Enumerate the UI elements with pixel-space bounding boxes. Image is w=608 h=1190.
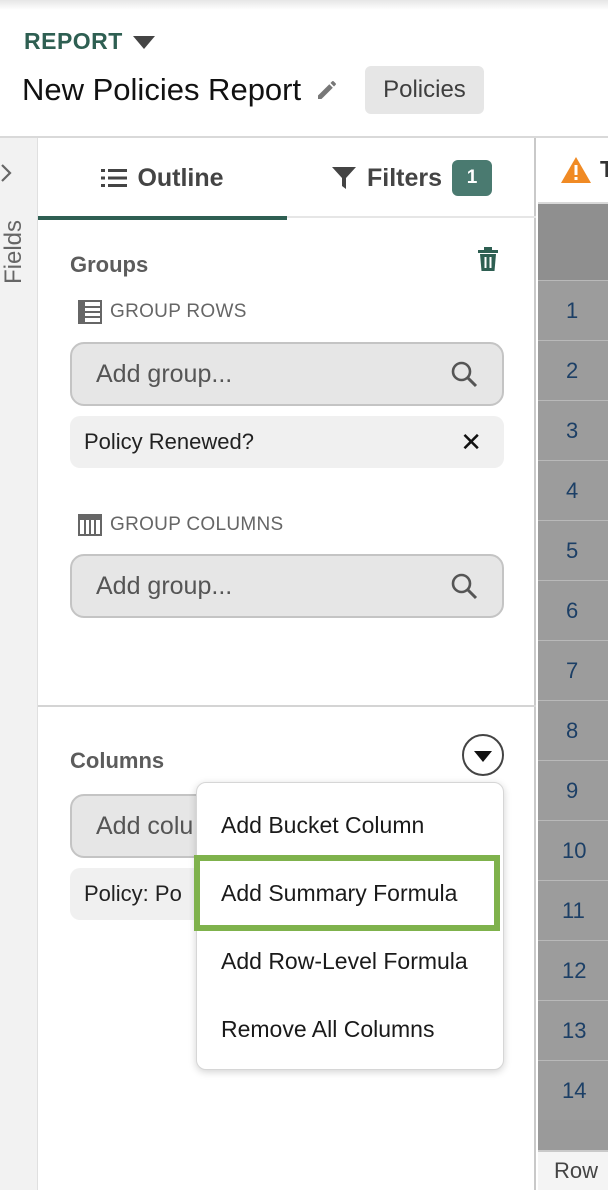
group-rows-label: GROUP ROWS [78,300,247,324]
report-title: New Policies Report [22,72,302,107]
columns-menu-toggle[interactable] [462,734,504,776]
menu-item-add-summary-formula[interactable]: Add Summary Formula [194,855,500,931]
group-rows-label-text: GROUP ROWS [110,301,247,322]
row-number: 8 [538,700,608,760]
table-columns-icon [78,514,102,536]
group-rows-chip: Policy Renewed? ✕ [70,416,504,468]
list-icon [101,169,128,187]
tab-filters-label: Filters [366,163,443,192]
fields-rail-label[interactable]: Fields [0,220,28,284]
row-number: 13 [538,1000,608,1060]
row-number: 4 [538,460,608,520]
panel-tabs: Outline Filters 1 [38,138,536,220]
group-columns-placeholder: Add group... [96,571,233,600]
chevron-down-icon[interactable] [132,36,155,49]
tab-outline[interactable]: Outline [38,138,287,220]
group-rows-placeholder: Add group... [96,359,233,388]
columns-title: Columns [70,748,165,773]
row-number: 12 [538,940,608,1000]
row-number: 7 [538,640,608,700]
tab-filters[interactable]: Filters 1 [287,138,536,218]
object-type-label: REPORT [24,28,123,54]
row-number: 11 [538,880,608,940]
groups-title: Groups [70,252,149,277]
row-number: 5 [538,520,608,580]
menu-item-add-bucket-column[interactable]: Add Bucket Column [197,795,505,855]
row-number: 14 [538,1060,608,1120]
search-icon [451,573,478,600]
trash-icon[interactable] [476,246,500,272]
grid-header [538,204,608,280]
pencil-icon[interactable] [315,78,339,102]
grid-top-bar: T [538,138,608,204]
group-columns-search-input[interactable]: Add group... [70,554,504,618]
warning-icon [561,157,591,183]
search-icon [451,361,478,388]
tab-outline-label: Outline [137,163,224,192]
dropdown-caret-icon [474,751,492,762]
report-preview-grid: T 1 2 3 4 5 6 7 8 9 10 11 12 13 14 Row [538,138,608,1190]
columns-dropdown-menu: Add Bucket Column Add Summary Formula Ad… [194,782,505,1070]
fields-rail[interactable]: Fields [0,138,38,1190]
chevron-right-icon[interactable] [0,162,14,184]
group-columns-label-text: GROUP COLUMNS [110,514,284,535]
object-badge: Policies [365,66,484,114]
report-header: REPORT New Policies Report Policies [0,0,608,138]
row-number: 6 [538,580,608,640]
filter-icon [331,167,356,189]
menu-item-remove-all-columns[interactable]: Remove All Columns [197,999,505,1059]
row-number: 1 [538,280,608,340]
filters-count-badge: 1 [452,160,493,196]
section-divider [38,705,536,707]
header-shadow [0,0,608,10]
group-columns-label: GROUP COLUMNS [78,514,284,536]
title-row: New Policies Report Policies [22,66,484,114]
row-number: 9 [538,760,608,820]
columns-chip-label: Policy: Po [84,881,182,906]
row-number: 2 [538,340,608,400]
group-rows-chip-label: Policy Renewed? [84,429,254,454]
object-type-menu[interactable]: REPORT [24,28,155,55]
group-rows-search-input[interactable]: Add group... [70,342,504,406]
columns-placeholder: Add colu [96,811,194,840]
menu-item-add-row-level-formula[interactable]: Add Row-Level Formula [197,931,505,991]
table-rows-icon [78,300,102,324]
grid-top-label: T [600,156,608,182]
grid-footer: Row [538,1150,608,1190]
close-icon[interactable]: ✕ [460,429,490,455]
row-number: 3 [538,400,608,460]
row-number: 10 [538,820,608,880]
